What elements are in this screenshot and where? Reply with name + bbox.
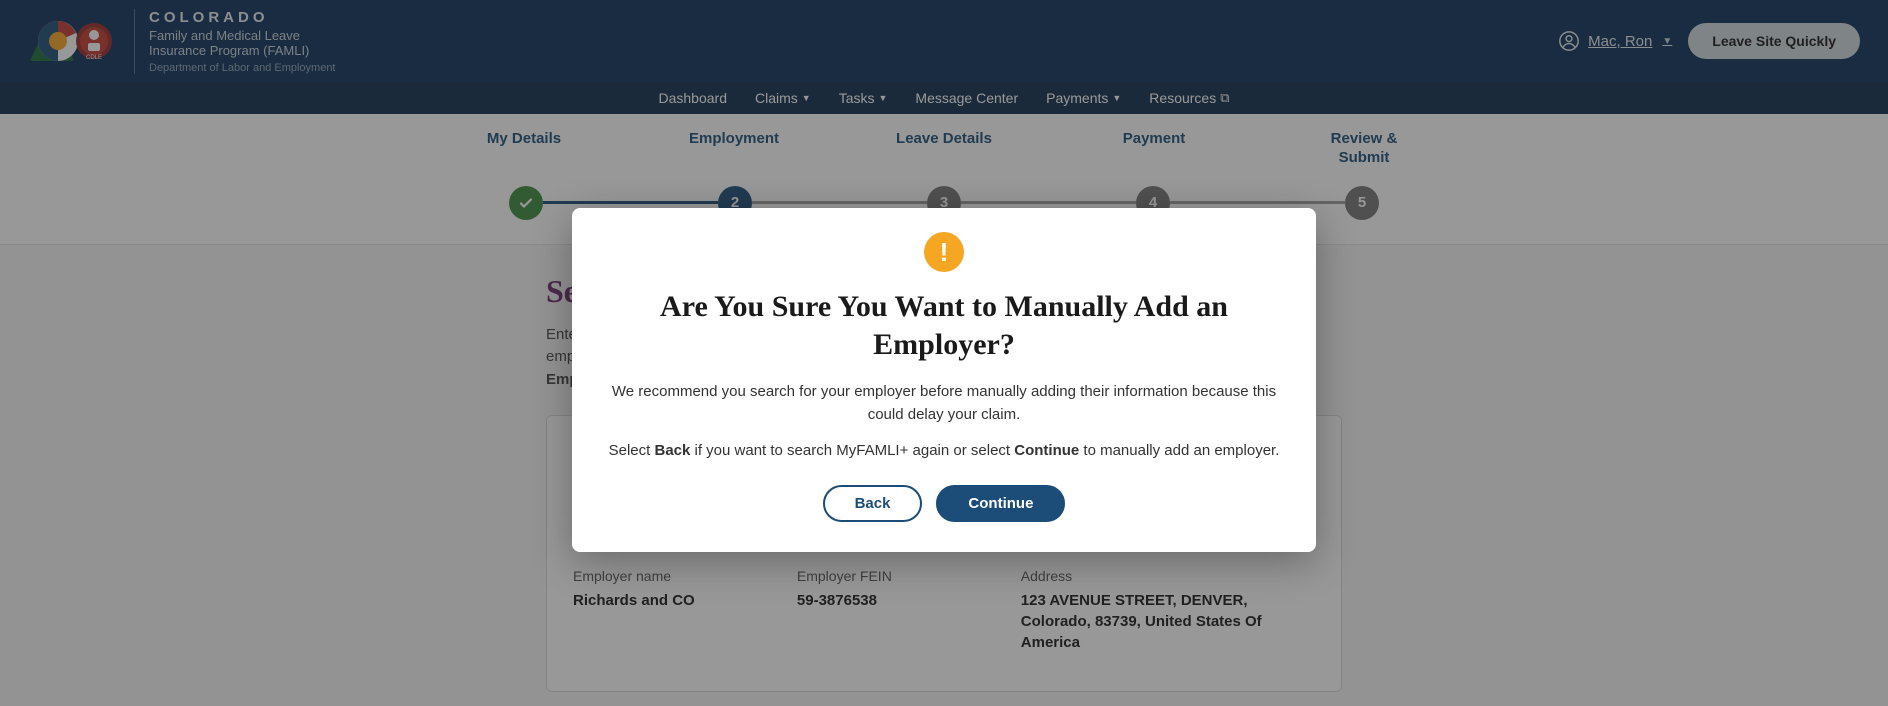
back-button[interactable]: Back: [823, 485, 923, 522]
modal-overlay[interactable]: ! Are You Sure You Want to Manually Add …: [0, 0, 1888, 706]
warning-icon: !: [924, 232, 964, 272]
modal-actions: Back Continue: [606, 485, 1282, 522]
confirm-modal: ! Are You Sure You Want to Manually Add …: [572, 208, 1316, 552]
modal-body: We recommend you search for your employe…: [606, 381, 1282, 463]
continue-button[interactable]: Continue: [936, 485, 1065, 522]
modal-body-line-1: We recommend you search for your employe…: [606, 381, 1282, 426]
modal-title: Are You Sure You Want to Manually Add an…: [606, 288, 1282, 363]
modal-body-line-2: Select Back if you want to search MyFAML…: [606, 440, 1282, 463]
